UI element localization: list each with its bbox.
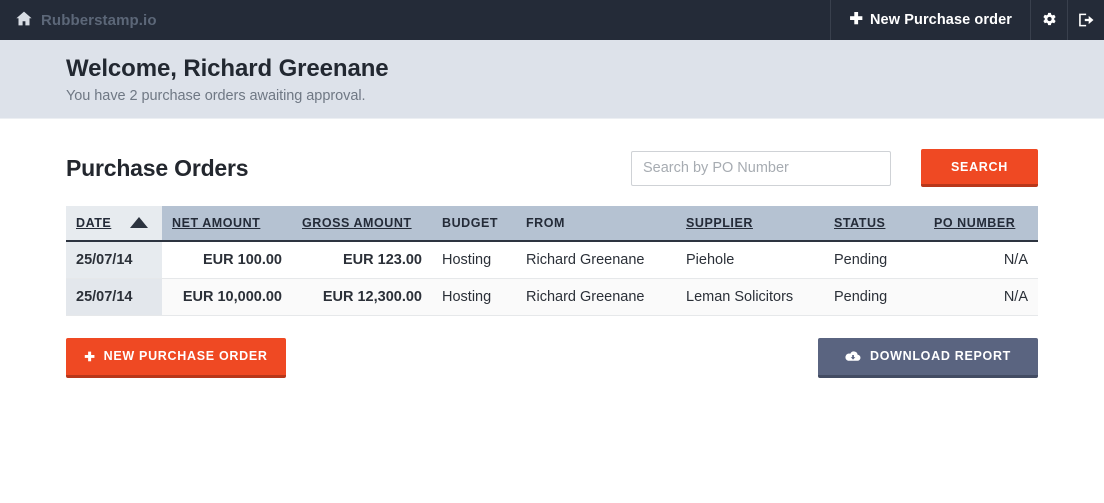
settings-button[interactable] — [1030, 0, 1067, 40]
table-row[interactable]: 25/07/14 EUR 100.00 EUR 123.00 Hosting R… — [66, 241, 1038, 279]
download-report-button[interactable]: DOWNLOAD REPORT — [818, 337, 1038, 378]
cell-budget: Hosting — [432, 278, 516, 316]
welcome-subtitle: You have 2 purchase orders awaiting appr… — [66, 88, 366, 104]
top-navigation-bar: Rubberstamp.io ✚ New Purchase order — [0, 0, 1104, 40]
column-header-net-amount-label: NET AMOUNT — [172, 216, 261, 230]
cell-po-number: N/A — [924, 241, 1038, 279]
home-icon — [16, 11, 32, 30]
plus-icon: ✚ — [84, 349, 96, 364]
column-header-budget-label: BUDGET — [442, 216, 499, 230]
column-header-budget: BUDGET — [432, 206, 516, 242]
cell-gross-amount: EUR 123.00 — [292, 241, 432, 279]
column-header-gross-amount-label: GROSS AMOUNT — [302, 216, 412, 230]
column-header-status[interactable]: STATUS — [824, 206, 924, 242]
search-button[interactable]: SEARCH — [921, 149, 1038, 187]
table-body: 25/07/14 EUR 100.00 EUR 123.00 Hosting R… — [66, 241, 1038, 316]
column-header-from: FROM — [516, 206, 676, 242]
new-purchase-order-nav-button[interactable]: ✚ New Purchase order — [830, 0, 1030, 40]
column-header-gross-amount[interactable]: GROSS AMOUNT — [292, 206, 432, 242]
cell-supplier: Leman Solicitors — [676, 278, 824, 316]
cell-date: 25/07/14 — [66, 241, 162, 279]
brand-label: Rubberstamp.io — [41, 11, 157, 29]
search-input[interactable] — [631, 150, 891, 186]
cell-supplier: Piehole — [676, 241, 824, 279]
table-header-row: DATE NET AMOUNT GROSS AMOUNT BUDGET FROM… — [66, 206, 1038, 242]
cloud-download-icon — [845, 350, 861, 362]
gear-icon — [1041, 12, 1058, 29]
top-nav-actions: ✚ New Purchase order — [830, 0, 1104, 40]
column-header-supplier-label: SUPPLIER — [686, 216, 753, 230]
column-header-date-label: DATE — [76, 216, 112, 230]
cell-po-number: N/A — [924, 278, 1038, 316]
logout-button[interactable] — [1067, 0, 1104, 40]
cell-from: Richard Greenane — [516, 278, 676, 316]
column-header-po-number-label: PO NUMBER — [934, 216, 1016, 230]
sort-ascending-icon — [130, 217, 149, 228]
cell-budget: Hosting — [432, 241, 516, 279]
plus-icon: ✚ — [849, 11, 863, 28]
column-header-from-label: FROM — [526, 216, 565, 230]
purchase-orders-table: DATE NET AMOUNT GROSS AMOUNT BUDGET FROM… — [66, 206, 1038, 316]
column-header-status-label: STATUS — [834, 216, 886, 230]
page-title: Purchase Orders — [66, 154, 249, 181]
cell-net-amount: EUR 100.00 — [162, 241, 292, 279]
sign-out-icon — [1078, 12, 1095, 28]
column-header-date[interactable]: DATE — [66, 206, 162, 242]
column-header-po-number[interactable]: PO NUMBER — [924, 206, 1038, 242]
cell-status: Pending — [824, 278, 924, 316]
new-purchase-order-nav-label: New Purchase order — [869, 12, 1012, 28]
download-report-label: DOWNLOAD REPORT — [869, 349, 1012, 363]
table-footer-actions: ✚ NEW PURCHASE ORDER DOWNLOAD REPORT — [66, 316, 1038, 378]
welcome-title: Welcome, Richard Greenane — [66, 55, 389, 82]
welcome-banner: Welcome, Richard Greenane You have 2 pur… — [0, 40, 1104, 119]
purchase-orders-header: Purchase Orders SEARCH — [66, 119, 1038, 206]
column-header-net-amount[interactable]: NET AMOUNT — [162, 206, 292, 242]
cell-date: 25/07/14 — [66, 278, 162, 316]
main-content: Purchase Orders SEARCH DATE NET AMOUNT G… — [0, 119, 1104, 378]
brand-logo[interactable]: Rubberstamp.io — [0, 0, 157, 40]
table-row[interactable]: 25/07/14 EUR 10,000.00 EUR 12,300.00 Hos… — [66, 278, 1038, 316]
search-area: SEARCH — [631, 149, 1038, 187]
cell-net-amount: EUR 10,000.00 — [162, 278, 292, 316]
column-header-supplier[interactable]: SUPPLIER — [676, 206, 824, 242]
cell-from: Richard Greenane — [516, 241, 676, 279]
table-header: DATE NET AMOUNT GROSS AMOUNT BUDGET FROM… — [66, 206, 1038, 242]
new-purchase-order-button[interactable]: ✚ NEW PURCHASE ORDER — [66, 337, 286, 378]
cell-gross-amount: EUR 12,300.00 — [292, 278, 432, 316]
new-purchase-order-label: NEW PURCHASE ORDER — [103, 349, 268, 363]
cell-status: Pending — [824, 241, 924, 279]
